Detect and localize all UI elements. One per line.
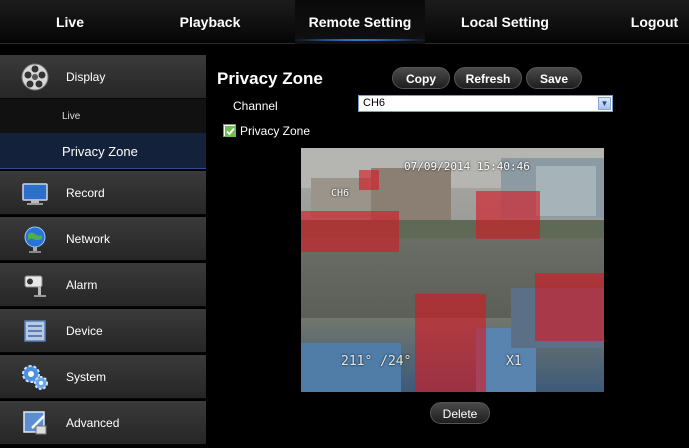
- page-title: Privacy Zone: [217, 69, 323, 88]
- globe-icon: [24, 226, 46, 253]
- sidebar-item-network[interactable]: Network: [0, 217, 206, 261]
- channel-label: Channel: [233, 99, 278, 113]
- sidebar: Display Live Privacy Zone Record Network…: [0, 50, 206, 448]
- film-reel-icon: [21, 63, 49, 91]
- ptz-readout-osd: 211° /24°: [341, 354, 412, 369]
- tab-logout[interactable]: Logout: [620, 0, 689, 44]
- timestamp-osd: 07/09/2014 15:40:46: [404, 160, 530, 173]
- hard-drive-icon: [24, 320, 46, 342]
- save-button[interactable]: Save: [526, 67, 582, 89]
- sidebar-item-advanced[interactable]: Advanced: [0, 401, 206, 445]
- tab-remote-setting[interactable]: Remote Setting: [295, 0, 425, 44]
- advanced-tools-icon: [23, 411, 47, 435]
- sidebar-item-label: Network: [66, 232, 111, 246]
- sidebar-item-label: Advanced: [66, 416, 120, 430]
- channel-select-value: CH6: [363, 97, 386, 109]
- channel-select[interactable]: CH6 ▼: [358, 95, 613, 112]
- building-right-window: [536, 166, 596, 216]
- main-panel: Privacy Zone Copy Refresh Save Channel C…: [206, 50, 689, 448]
- gears-icon: [22, 365, 48, 390]
- camera-preview[interactable]: 07/09/2014 15:40:46 CH6 211° /24° X1: [301, 148, 604, 392]
- tab-local-setting[interactable]: Local Setting: [430, 0, 580, 44]
- sidebar-item-label: Device: [66, 324, 103, 338]
- privacy-zone-1[interactable]: [301, 211, 399, 252]
- sidebar-item-label: Display: [66, 70, 106, 84]
- tab-playback[interactable]: Playback: [140, 0, 280, 44]
- privacy-zone-checkbox[interactable]: [223, 124, 236, 137]
- sidebar-item-system[interactable]: System: [0, 355, 206, 399]
- sidebar-item-label: Alarm: [66, 278, 98, 292]
- sidebar-item-record[interactable]: Record: [0, 171, 206, 215]
- refresh-button[interactable]: Refresh: [454, 67, 522, 89]
- privacy-zone-label: Privacy Zone: [240, 124, 311, 138]
- sidebar-item-display[interactable]: Display: [0, 55, 206, 99]
- sidebar-item-label: Record: [66, 186, 105, 200]
- tab-live[interactable]: Live: [0, 0, 140, 44]
- camera-alarm-icon: [24, 275, 46, 297]
- privacy-zone-3[interactable]: [535, 273, 604, 341]
- channel-osd: CH6: [331, 188, 350, 199]
- checkmark-icon: [225, 126, 236, 137]
- sidebar-item-label: System: [66, 370, 107, 384]
- privacy-zone-5[interactable]: [359, 170, 379, 190]
- chevron-down-icon[interactable]: ▼: [598, 97, 611, 110]
- sidebar-subitem-label: Live: [62, 111, 81, 122]
- zoom-readout-osd: X1: [506, 354, 522, 369]
- sidebar-item-alarm[interactable]: Alarm: [0, 263, 206, 307]
- sidebar-item-device[interactable]: Device: [0, 309, 206, 353]
- privacy-zone-2[interactable]: [476, 191, 540, 239]
- delete-button[interactable]: Delete: [430, 402, 490, 424]
- copy-button[interactable]: Copy: [392, 67, 450, 89]
- monitor-icon: [22, 183, 48, 205]
- top-nav-bar: Live Playback Remote Setting Local Setti…: [0, 0, 689, 44]
- sidebar-subitem-privacy-zone[interactable]: Privacy Zone: [0, 133, 206, 169]
- privacy-zone-4[interactable]: [415, 294, 486, 392]
- sidebar-subitem-label: Privacy Zone: [62, 144, 138, 159]
